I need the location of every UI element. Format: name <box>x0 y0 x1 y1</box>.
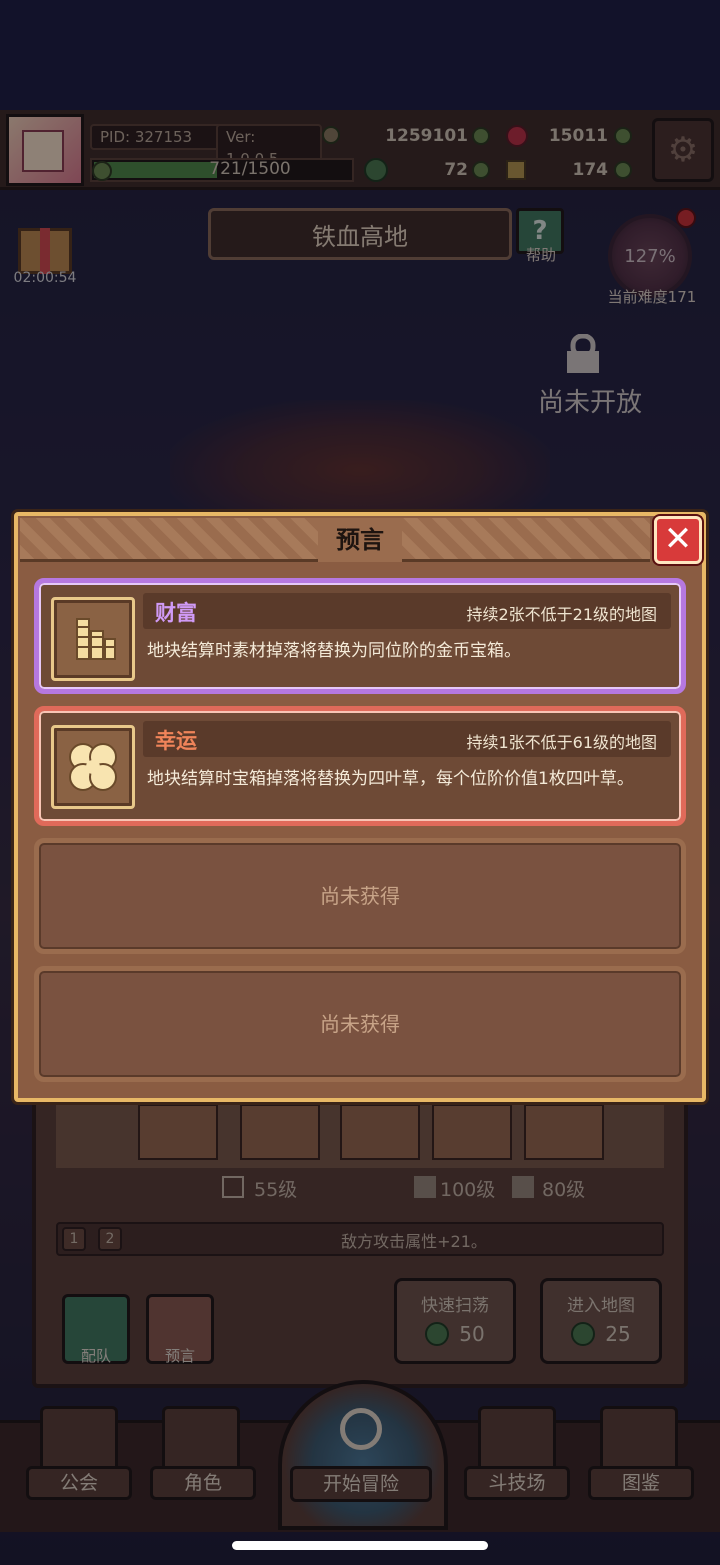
card-name: 幸运 <box>155 729 197 753</box>
card-description: 地块结算时宝箱掉落将替换为四叶草，每个位阶价值1枚四叶草。 <box>147 769 634 789</box>
empty-slot-label: 尚未获得 <box>320 884 400 908</box>
four-leaf-clover-icon <box>69 743 117 791</box>
luck-icon-frame <box>51 725 135 809</box>
wealth-icon-frame <box>51 597 135 681</box>
empty-slot-label: 尚未获得 <box>320 1012 400 1036</box>
prophecy-card-luck[interactable]: 幸运 持续1张不低于61级的地图 地块结算时宝箱掉落将替换为四叶草，每个位阶价值… <box>34 706 686 826</box>
card-condition: 持续1张不低于61级的地图 <box>466 733 657 752</box>
card-name: 财富 <box>155 601 197 625</box>
close-button[interactable]: ✕ <box>654 516 702 564</box>
prophecy-slot-empty: 尚未获得 <box>34 966 686 1082</box>
prophecy-slot-empty: 尚未获得 <box>34 838 686 954</box>
prophecy-card-wealth[interactable]: 财富 持续2张不低于21级的地图 地块结算时素材掉落将替换为同位阶的金币宝箱。 <box>34 578 686 694</box>
modal-title: 预言 <box>318 518 402 562</box>
gold-stack-icon <box>76 618 116 660</box>
card-condition: 持续2张不低于21级的地图 <box>466 605 657 624</box>
home-indicator[interactable] <box>232 1541 488 1550</box>
card-description: 地块结算时素材掉落将替换为同位阶的金币宝箱。 <box>147 641 521 661</box>
close-icon: ✕ <box>663 519 693 559</box>
